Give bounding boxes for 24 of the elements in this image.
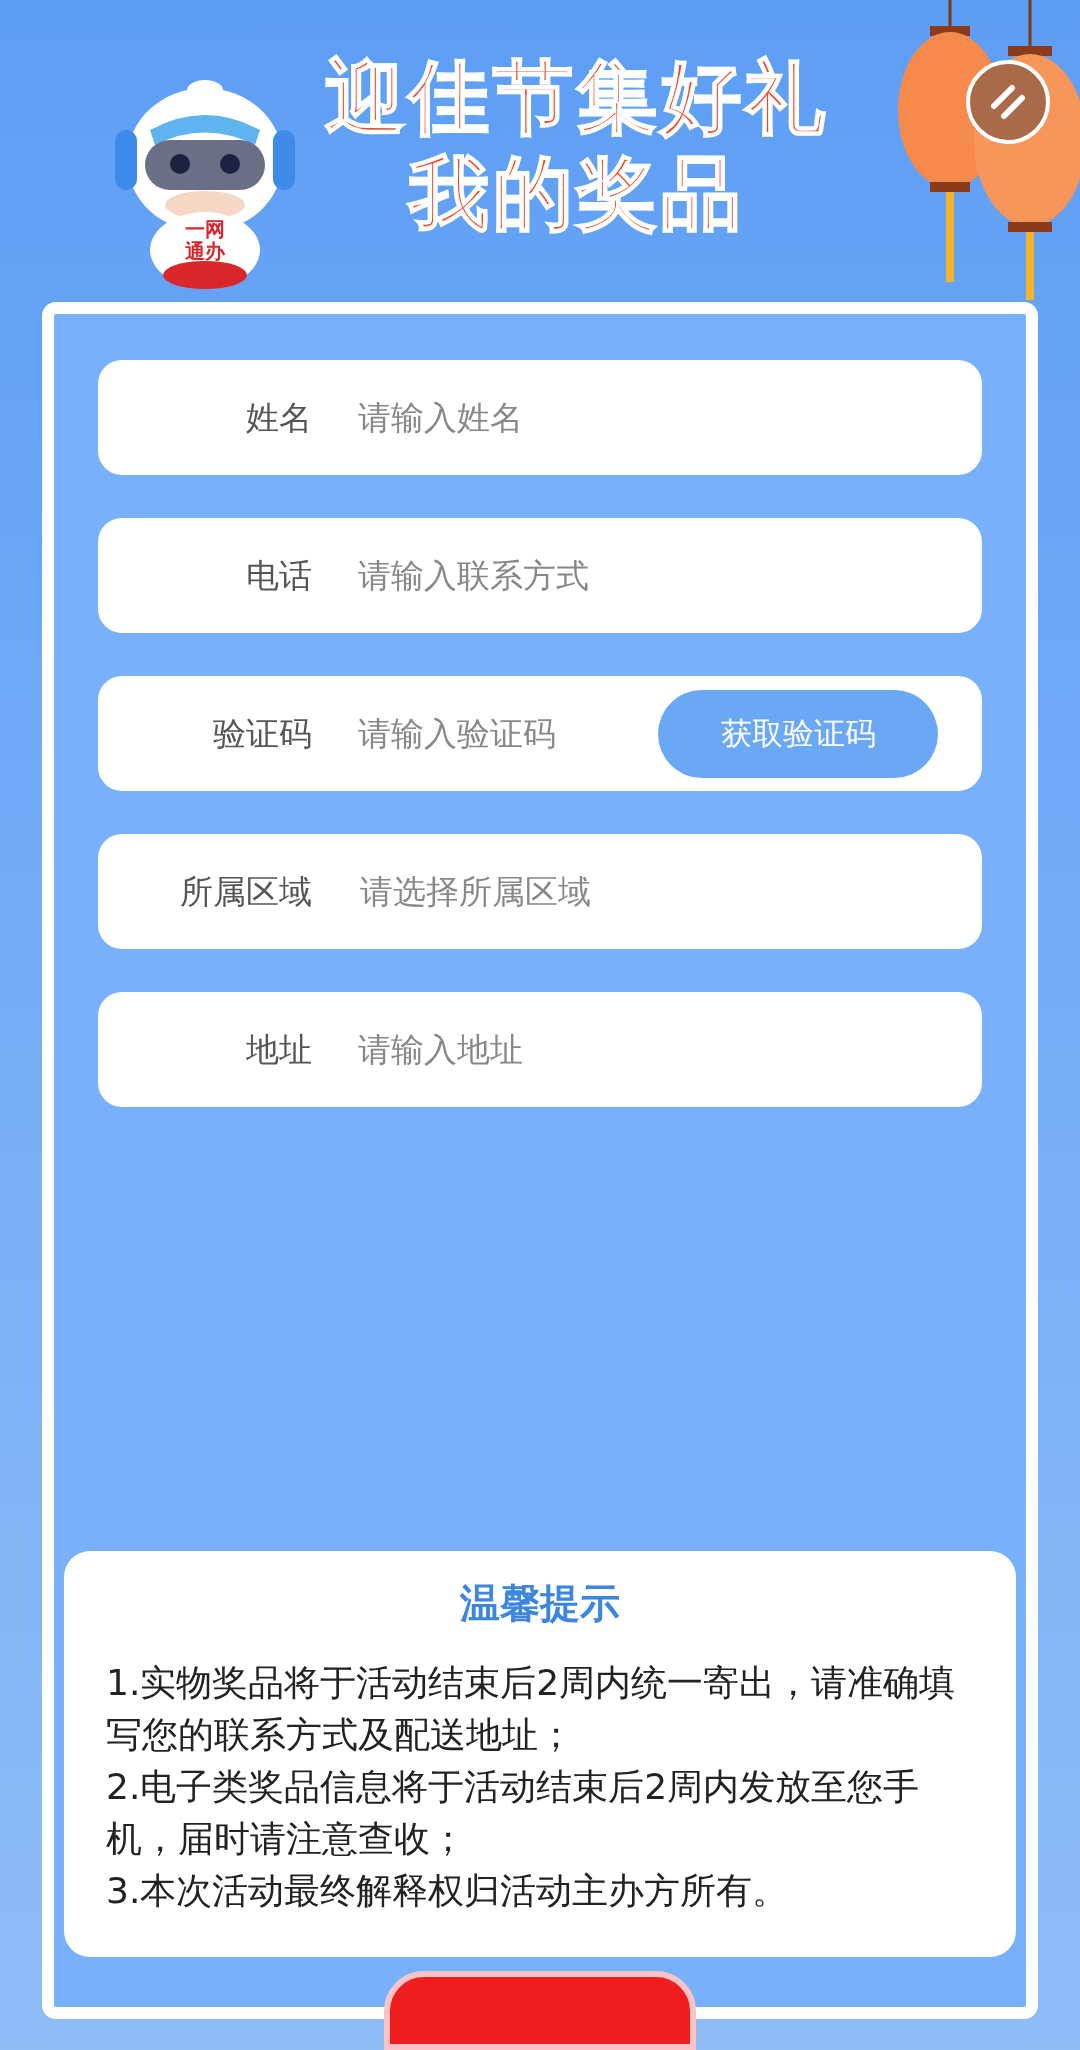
input-field[interactable]: 电话 请输入联系方式 (98, 518, 982, 633)
field-label: 所属区域 (179, 870, 312, 913)
page-title: 我的奖品 (409, 146, 745, 242)
select-placeholder: 请选择所属区域 (360, 870, 591, 913)
text-input[interactable]: 请输入联系方式 (358, 550, 918, 601)
tip-text: 3.本次活动最终解释权归活动主办方所有。 (106, 1868, 790, 1913)
input-field[interactable]: 姓名 请输入姓名 (98, 360, 982, 475)
input-field[interactable]: 请输入验证码 (358, 708, 658, 759)
page-title: 迎佳节集好礼 (325, 50, 829, 146)
field-label: 验证码 (212, 712, 312, 755)
mascot-badge-text: 通办 (185, 240, 225, 262)
field-label: 姓名 (245, 396, 312, 439)
input-field[interactable]: 地址 请输入地址 (98, 992, 982, 1107)
region-select[interactable]: 所属区域 请选择所属区域 (98, 834, 982, 949)
tip-text: 1.实物奖品将于活动结束后2周内统一寄出，请准确填写您的联系方式及配送地址； (106, 1660, 957, 1757)
text-input[interactable]: 请输入地址 (358, 1024, 918, 1075)
tip-text: 2.电子类奖品信息将于活动结束后2周内发放至您手机，届时请注意查收； (106, 1764, 921, 1861)
submit-button[interactable] (384, 1970, 696, 2050)
text-input[interactable]: 请输入姓名 (358, 392, 918, 443)
field-label: 电话 (245, 554, 312, 597)
slash-lines-icon (988, 82, 1028, 122)
mascot-badge-text: 一网 (185, 218, 225, 240)
field-label: 地址 (245, 1028, 312, 1071)
tips-title: 温馨提示 (460, 1578, 620, 1628)
